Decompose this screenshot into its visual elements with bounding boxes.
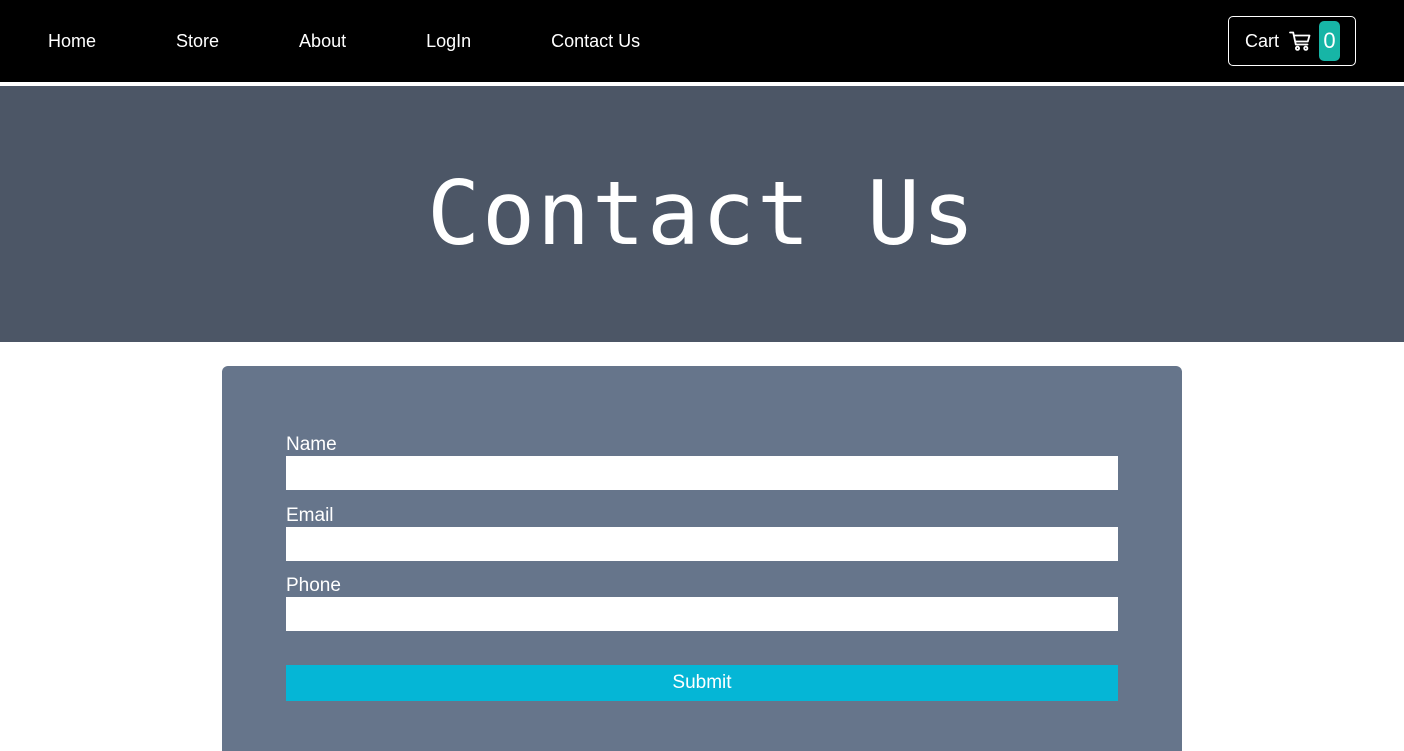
contact-form: Name Email Phone <box>286 434 1118 646</box>
nav-link-home[interactable]: Home <box>48 32 96 50</box>
name-field-group: Name <box>286 434 1118 505</box>
nav-links: Home Store About LogIn Contact Us <box>48 0 640 82</box>
cart-button[interactable]: Cart 0 <box>1228 16 1356 66</box>
navbar: Home Store About LogIn Contact Us Cart 0 <box>0 0 1404 82</box>
cart-count-badge: 0 <box>1319 21 1341 61</box>
submit-button[interactable]: Submit <box>286 665 1118 701</box>
email-label: Email <box>286 504 334 526</box>
shopping-cart-icon <box>1289 30 1311 52</box>
name-label: Name <box>286 434 337 455</box>
name-input[interactable] <box>286 456 1118 490</box>
hero-banner: Contact Us <box>0 86 1404 342</box>
email-input[interactable] <box>286 526 1118 561</box>
nav-link-login[interactable]: LogIn <box>426 32 471 50</box>
nav-link-about[interactable]: About <box>299 32 346 50</box>
cart-label: Cart <box>1245 31 1280 51</box>
nav-link-store[interactable]: Store <box>176 32 219 50</box>
phone-field-group: Phone <box>286 575 1118 646</box>
phone-label: Phone <box>286 575 341 596</box>
contact-form-card: Name Email Phone Submit <box>222 366 1182 751</box>
nav-link-contact-us[interactable]: Contact Us <box>551 32 640 50</box>
email-field-group: Email <box>286 505 1118 576</box>
page-title: Contact Us <box>427 162 977 265</box>
phone-input[interactable] <box>286 597 1118 631</box>
